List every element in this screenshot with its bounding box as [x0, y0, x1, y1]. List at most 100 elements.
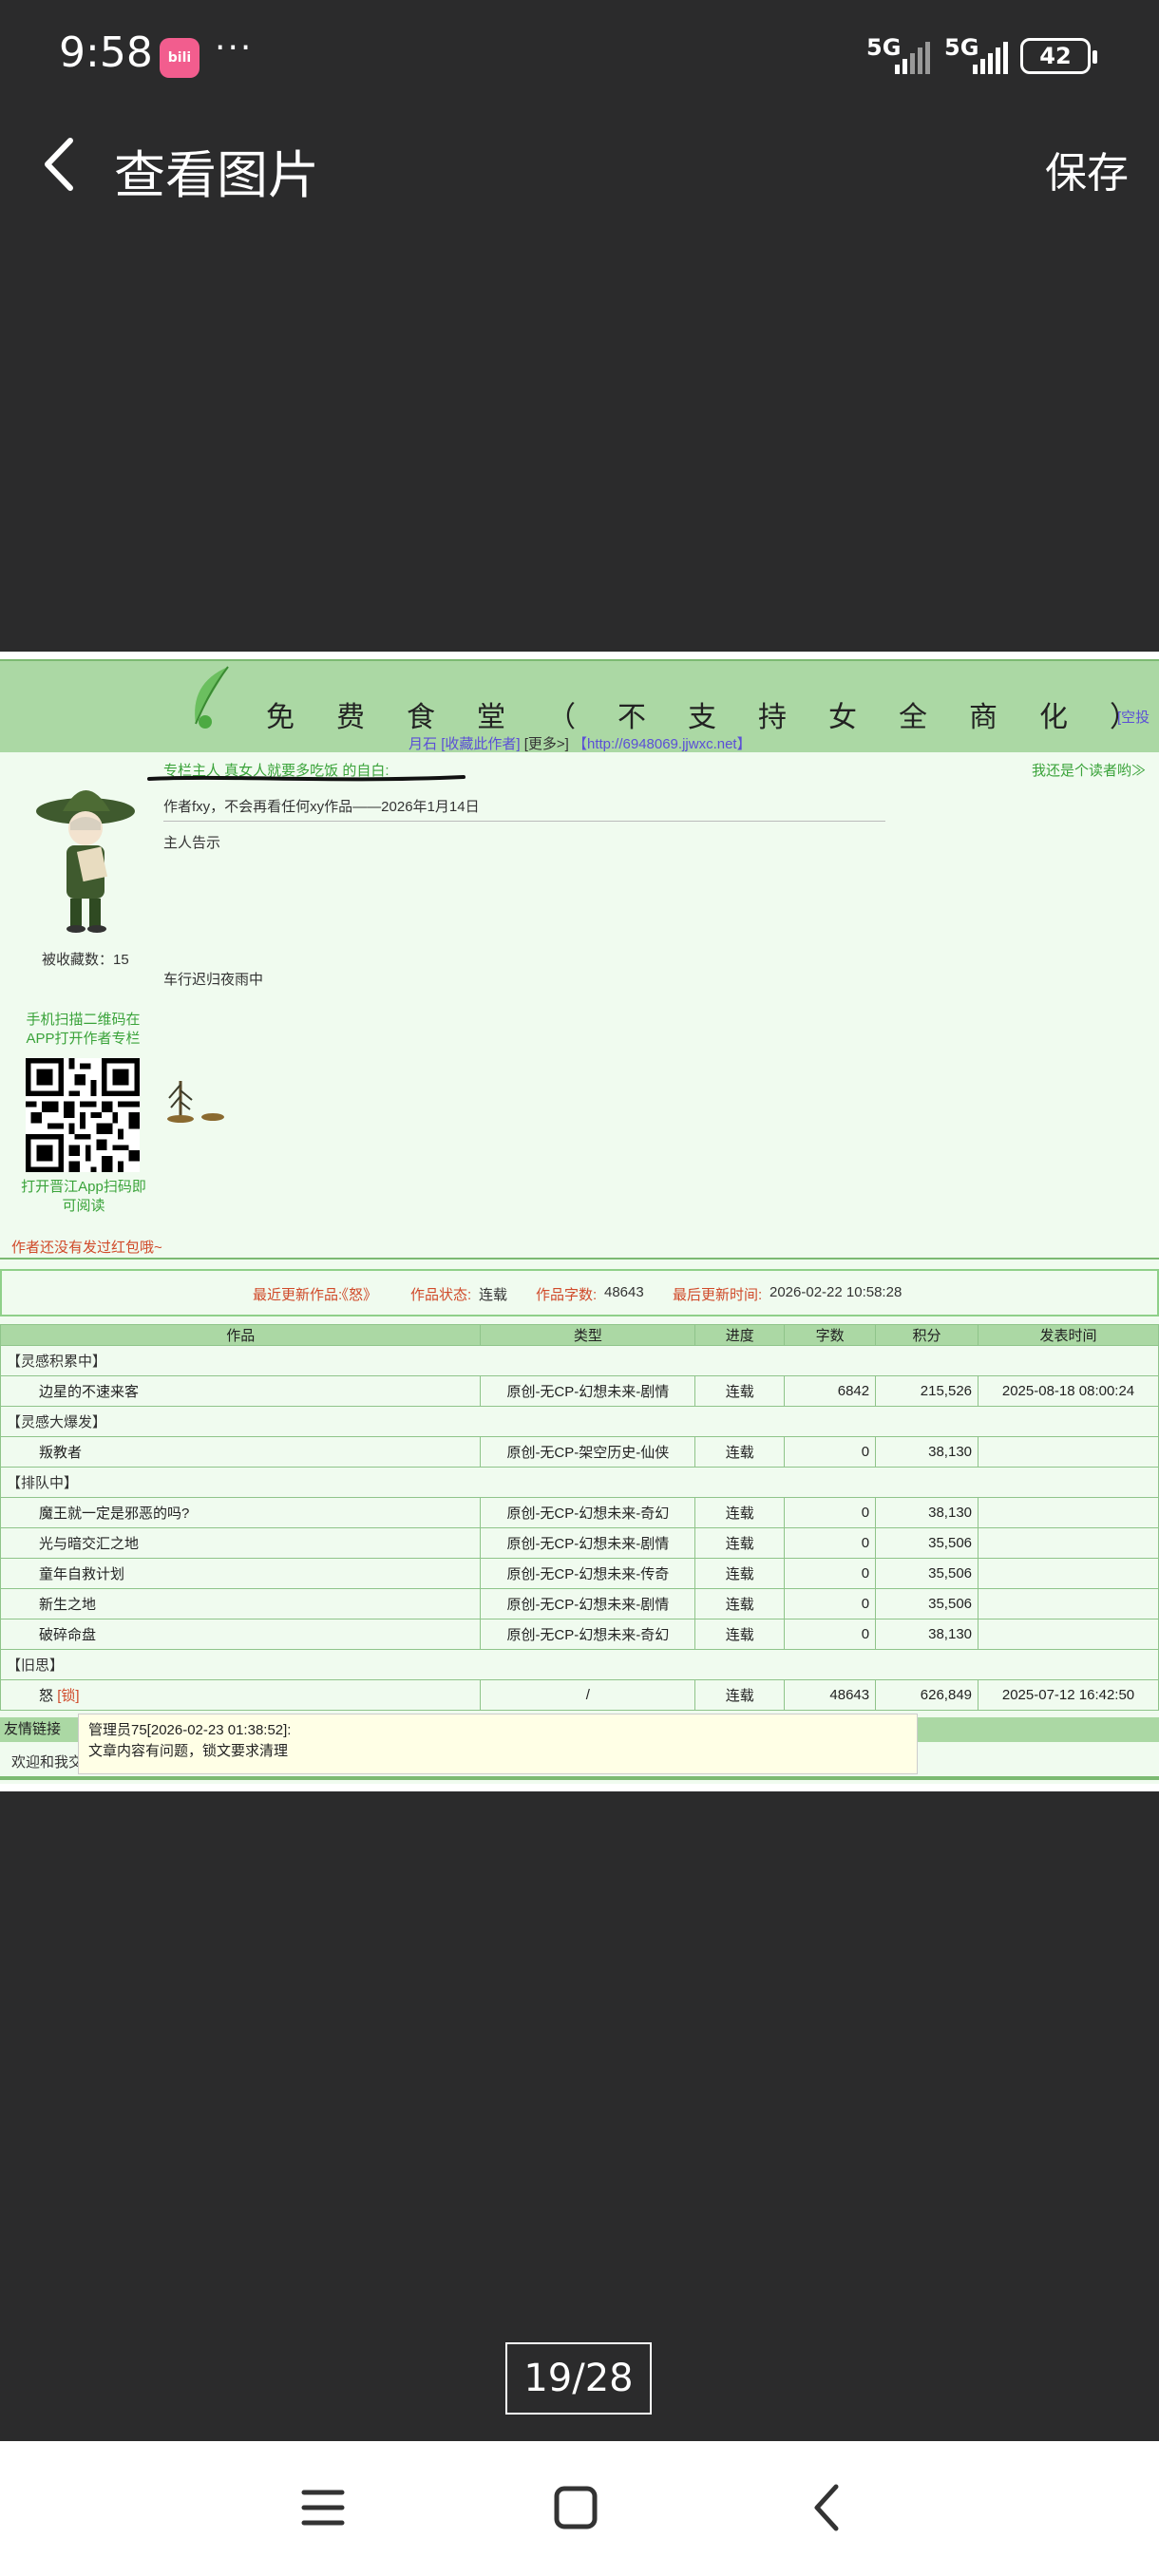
menu-icon[interactable] [294, 2479, 352, 2536]
bilibili-app-icon: bili [160, 38, 200, 78]
table-row: 光与暗交汇之地 原创-无CP-幻想未来-剧情 连载 0 35,506 [0, 1527, 1159, 1559]
work-title: 童年自救计划 [0, 1558, 482, 1589]
work-score: 626,849 [875, 1679, 979, 1711]
group-row: 【灵感积累中】 [0, 1345, 1159, 1376]
favorite-count: 被收藏数：15 [42, 952, 129, 968]
work-progress: 连载 [694, 1436, 786, 1468]
work-progress: 连载 [694, 1619, 786, 1650]
tooltip-line-2: 文章内容有问题，锁文要求清理 [88, 1743, 289, 1759]
work-words: 6842 [784, 1375, 877, 1407]
work-time [978, 1588, 1159, 1619]
header-links: 月石 [收藏此作者] [更多>] 【http://6948069.jjwxc.n… [408, 733, 751, 753]
col-header-score: 积分 [875, 1324, 979, 1346]
group-label: 【排队中】 [0, 1467, 1159, 1498]
table-row: 破碎命盘 原创-无CP-幻想未来-奇幻 连载 0 38,130 [0, 1619, 1159, 1650]
work-progress: 连载 [694, 1375, 786, 1407]
update-time-value: 2026-02-22 10:58:28 [770, 1284, 902, 1300]
latest-update-box: 最近更新作品: 《怒》 作品状态: 连载 作品字数: 48643 最后更新时间:… [0, 1269, 1159, 1316]
work-type: 原创-无CP-幻想未来-奇幻 [480, 1619, 696, 1650]
update-time-label: 最后更新时间: [673, 1287, 763, 1303]
works-table: 作品 类型 进度 字数 积分 发表时间 【灵感积累中】 边星的不速来客 原创-无… [0, 1324, 1159, 1711]
work-time: 2025-08-18 08:00:24 [978, 1375, 1159, 1407]
site-title: 免费食堂（不支持女全商化） [266, 702, 1159, 733]
owner-announcement-text: 车行迟归夜雨中 [163, 972, 264, 988]
work-time: 2025-07-12 16:42:50 [978, 1679, 1159, 1711]
work-score: 35,506 [875, 1558, 979, 1589]
col-header-words: 字数 [784, 1324, 877, 1346]
airdrop-link: [空投 [1117, 710, 1150, 726]
work-type: 原创-无CP-架空历史-仙侠 [480, 1436, 696, 1468]
work-time [978, 1619, 1159, 1650]
work-progress: 连载 [694, 1527, 786, 1559]
friend-links-text: 欢迎和我交 [11, 1754, 84, 1771]
work-type: 原创-无CP-幻想未来-剧情 [480, 1527, 696, 1559]
work-type: 原创-无CP-幻想未来-剧情 [480, 1375, 696, 1407]
bookmark-author-link: [收藏此作者] [441, 736, 521, 752]
status-time: 9:58 [59, 28, 153, 77]
work-type: 原创-无CP-幻想未来-剧情 [480, 1588, 696, 1619]
work-title: 边星的不速来客 [0, 1375, 482, 1407]
home-icon[interactable] [547, 2479, 604, 2536]
battery-icon: 42 [1020, 38, 1097, 74]
work-words: 0 [784, 1497, 877, 1528]
tooltip-line-1: 管理员75[2026-02-23 01:38:52]: [88, 1722, 292, 1738]
locked-badge: [锁] [57, 1688, 80, 1704]
work-title: 光与暗交汇之地 [0, 1527, 482, 1559]
system-nav-bar [0, 2441, 1159, 2576]
work-score: 35,506 [875, 1588, 979, 1619]
open-app-tip: 打开晋江App扫码即可阅读 [21, 1179, 146, 1214]
work-title: 怒 [39, 1688, 54, 1704]
author-url-link: 【http://6948069.jjwxc.net】 [572, 736, 751, 752]
group-label: 【旧思】 [0, 1649, 1159, 1680]
image-viewer[interactable]: 免费食堂（不支持女全商化） [空投 月石 [收藏此作者] [更多>] 【http… [0, 652, 1159, 1791]
work-words: 48643 [784, 1679, 877, 1711]
work-progress: 连载 [694, 1558, 786, 1589]
work-title: 破碎命盘 [0, 1619, 482, 1650]
scan-qr-tip: 手机扫描二维码在APP打开作者专栏 [26, 1012, 141, 1047]
owner-announcement-label: 主人告示 [163, 835, 221, 851]
work-type: 原创-无CP-幻想未来-奇幻 [480, 1497, 696, 1528]
back-nav-icon[interactable] [800, 2479, 857, 2536]
work-type: 原创-无CP-幻想未来-传奇 [480, 1558, 696, 1589]
work-title: 魔王就一定是邪恶的吗? [0, 1497, 482, 1528]
work-words: 0 [784, 1527, 877, 1559]
work-words: 0 [784, 1436, 877, 1468]
more-notifications-icon: ··· [215, 28, 254, 67]
quill-logo-icon [195, 666, 229, 729]
author-page-screenshot: 免费食堂（不支持女全商化） [空投 月石 [收藏此作者] [更多>] 【http… [0, 659, 1159, 1784]
table-header-row: 作品 类型 进度 字数 积分 发表时间 [0, 1324, 1159, 1346]
work-title-cell: 怒 [锁] [0, 1679, 482, 1711]
latest-label: 最近更新作品: [253, 1287, 343, 1303]
col-header-pubtime: 发表时间 [978, 1324, 1159, 1346]
group-row: 【旧思】 [0, 1649, 1159, 1680]
table-row: 怒 [锁] / 连载 48643 626,849 2025-07-12 16:4… [0, 1679, 1159, 1711]
latest-value: 《怒》 [334, 1287, 378, 1303]
col-header-type: 类型 [480, 1324, 696, 1346]
table-row: 叛教者 原创-无CP-架空历史-仙侠 连载 0 38,130 [0, 1436, 1159, 1468]
work-time [978, 1527, 1159, 1559]
author-avatar [36, 790, 135, 933]
tree-decoration-icon [167, 1081, 224, 1123]
work-type: / [480, 1679, 696, 1711]
back-button[interactable] [32, 131, 89, 198]
group-label: 【灵感大爆发】 [0, 1406, 1159, 1437]
work-words: 0 [784, 1558, 877, 1589]
work-progress: 连载 [694, 1497, 786, 1528]
state-label: 作品状态: [410, 1287, 472, 1303]
group-row: 【灵感大爆发】 [0, 1406, 1159, 1437]
site-header: 免费食堂（不支持女全商化） [空投 月石 [收藏此作者] [更多>] 【http… [0, 659, 1159, 752]
work-time [978, 1497, 1159, 1528]
col-header-progress: 进度 [694, 1324, 786, 1346]
work-progress: 连载 [694, 1679, 786, 1711]
work-score: 38,130 [875, 1436, 979, 1468]
save-button[interactable]: 保存 [1045, 139, 1129, 199]
image-page-counter: 19/28 [505, 2342, 652, 2415]
work-time [978, 1558, 1159, 1589]
signal-bars-icon-1 [895, 42, 930, 74]
page-bottom-border [0, 1776, 1159, 1780]
words-value: 48643 [604, 1284, 644, 1300]
reader-profile-link: 我还是个读者哟≫ [1032, 763, 1147, 779]
page-title: 查看图片 [114, 145, 319, 205]
work-title: 新生之地 [0, 1588, 482, 1619]
more-link: [更多>] [523, 736, 569, 752]
